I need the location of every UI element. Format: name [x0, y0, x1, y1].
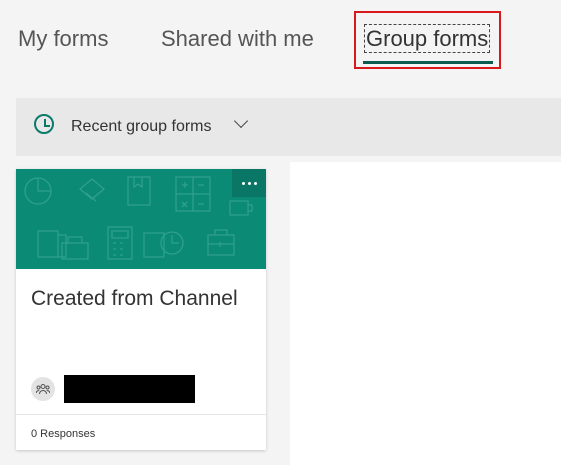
- card-thumbnail: [16, 169, 266, 269]
- chevron-down-icon[interactable]: [233, 113, 249, 129]
- responses-count: 0 Responses: [31, 428, 96, 440]
- highlight-box: [354, 11, 501, 69]
- clock-icon: [34, 114, 54, 134]
- tab-my-forms[interactable]: My forms: [18, 26, 108, 52]
- form-card[interactable]: Created from Channel 0 Responses: [16, 169, 266, 450]
- filter-bar[interactable]: Recent group forms: [16, 98, 561, 156]
- divider: [16, 414, 266, 415]
- filter-label: Recent group forms: [71, 118, 212, 135]
- tab-label: Shared with me: [161, 26, 314, 51]
- tab-shared-with-me[interactable]: Shared with me: [161, 26, 314, 52]
- tab-bar: My forms Shared with me Group forms: [0, 0, 561, 80]
- redacted-owner-name: [64, 375, 195, 403]
- card-title[interactable]: Created from Channel: [31, 286, 251, 311]
- group-icon: [31, 377, 55, 401]
- content-area: [290, 162, 561, 465]
- more-icon[interactable]: [232, 169, 266, 197]
- card-pattern-icon: [24, 176, 253, 260]
- tab-label: My forms: [18, 26, 109, 51]
